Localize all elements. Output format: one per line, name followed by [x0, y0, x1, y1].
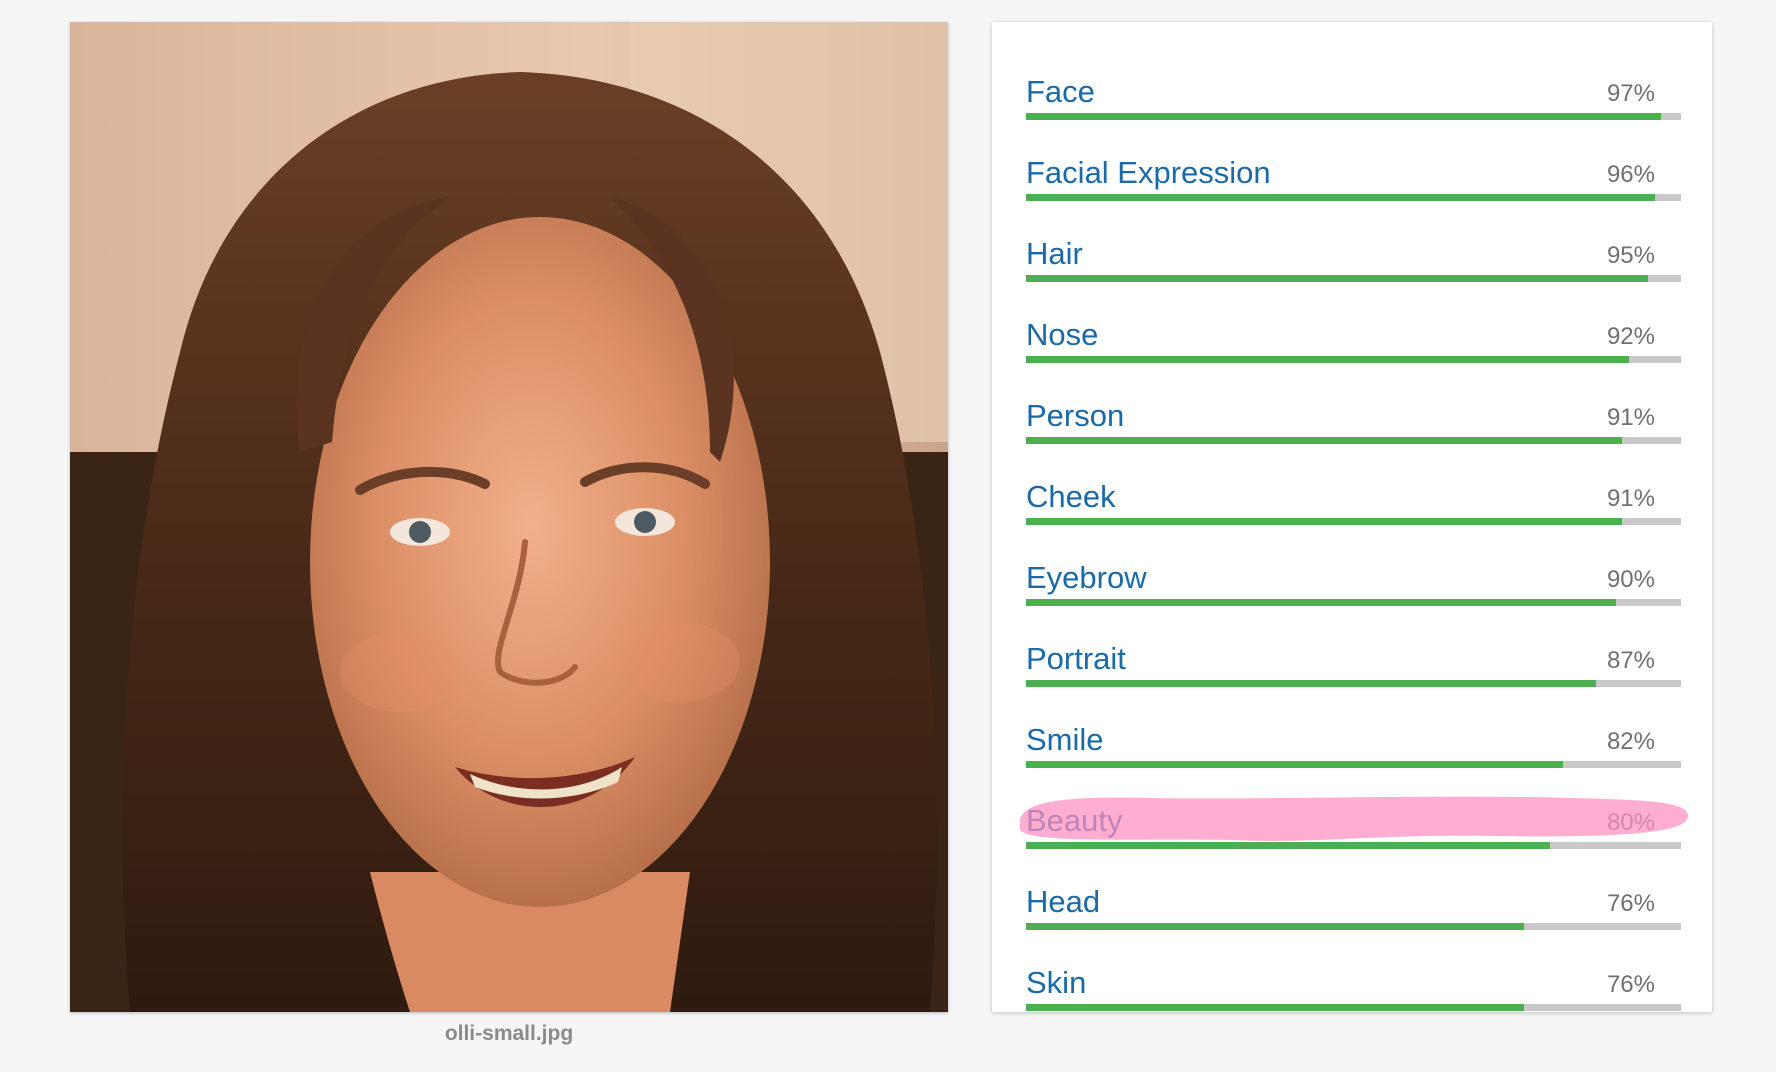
label-name-link[interactable]: Eyebrow: [1026, 560, 1147, 596]
label-name-link[interactable]: Person: [1026, 398, 1124, 434]
label-row: Cheek 91%: [1026, 473, 1681, 554]
label-name-link[interactable]: Face: [1026, 74, 1095, 110]
label-name-link[interactable]: Cheek: [1026, 479, 1116, 515]
score-bar-fill: [1026, 842, 1550, 849]
image-filename: olli-small.jpg: [444, 1022, 574, 1045]
score-bar-track: [1026, 1004, 1681, 1011]
label-name-link[interactable]: Head: [1026, 884, 1100, 920]
label-name-link[interactable]: Beauty: [1026, 803, 1123, 839]
label-row: Portrait 87%: [1026, 635, 1681, 716]
label-score: 95%: [1606, 242, 1655, 269]
label-score: 80%: [1606, 809, 1655, 836]
score-bar-track: [1026, 680, 1681, 687]
label-score: 92%: [1606, 323, 1655, 350]
score-bar-track: [1026, 518, 1681, 525]
score-bar-fill: [1026, 194, 1655, 201]
label-row: Eyebrow 90%: [1026, 554, 1681, 635]
label-score: 76%: [1606, 890, 1655, 917]
score-bar-fill: [1026, 923, 1524, 930]
score-bar-track: [1026, 761, 1681, 768]
score-bar-track: [1026, 356, 1681, 363]
portrait-photo: [70, 22, 948, 1012]
label-name-link[interactable]: Hair: [1026, 236, 1083, 272]
label-row: Beauty 80%: [1026, 797, 1681, 878]
label-row: Face 97%: [1026, 68, 1681, 149]
image-panel: olli-small.jpg: [70, 22, 948, 1045]
label-name-link[interactable]: Facial Expression: [1026, 155, 1271, 191]
label-score: 90%: [1606, 566, 1655, 593]
label-row: Head 76%: [1026, 878, 1681, 959]
label-score: 91%: [1606, 404, 1655, 431]
label-score: 91%: [1606, 485, 1655, 512]
label-row: Facial Expression 96%: [1026, 149, 1681, 230]
score-bar-fill: [1026, 1004, 1524, 1011]
label-score: 82%: [1606, 728, 1655, 755]
score-bar-track: [1026, 599, 1681, 606]
label-score: 97%: [1606, 80, 1655, 107]
label-score: 96%: [1606, 161, 1655, 188]
score-bar-track: [1026, 113, 1681, 120]
score-bar-track: [1026, 923, 1681, 930]
score-bar-fill: [1026, 356, 1629, 363]
label-score: 87%: [1606, 647, 1655, 674]
label-row: Smile 82%: [1026, 716, 1681, 797]
score-bar-track: [1026, 194, 1681, 201]
score-bar-fill: [1026, 113, 1662, 120]
score-bar-fill: [1026, 761, 1564, 768]
score-bar-fill: [1026, 680, 1596, 687]
label-row: Hair 95%: [1026, 230, 1681, 311]
label-name-link[interactable]: Smile: [1026, 722, 1104, 758]
label-row: Person 91%: [1026, 392, 1681, 473]
score-bar-track: [1026, 842, 1681, 849]
score-bar-track: [1026, 437, 1681, 444]
score-bar-track: [1026, 275, 1681, 282]
label-row: Skin 76%: [1026, 959, 1681, 1012]
score-bar-fill: [1026, 275, 1649, 282]
uploaded-photo[interactable]: [70, 22, 948, 1012]
labels-card: Face 97% Facial Expression 96% Hair 95% Nose 92…: [992, 22, 1712, 1012]
label-name-link[interactable]: Nose: [1026, 317, 1098, 353]
label-name-link[interactable]: Portrait: [1026, 641, 1126, 677]
label-row: Nose 92%: [1026, 311, 1681, 392]
label-score: 76%: [1606, 971, 1655, 998]
labels-list: Face 97% Facial Expression 96% Hair 95% Nose 92…: [1026, 68, 1681, 1012]
vision-results-page: olli-small.jpg Face 97% Facial Expression 9…: [0, 0, 1776, 1072]
score-bar-fill: [1026, 518, 1623, 525]
label-name-link[interactable]: Skin: [1026, 965, 1086, 1001]
score-bar-fill: [1026, 437, 1623, 444]
score-bar-fill: [1026, 599, 1616, 606]
